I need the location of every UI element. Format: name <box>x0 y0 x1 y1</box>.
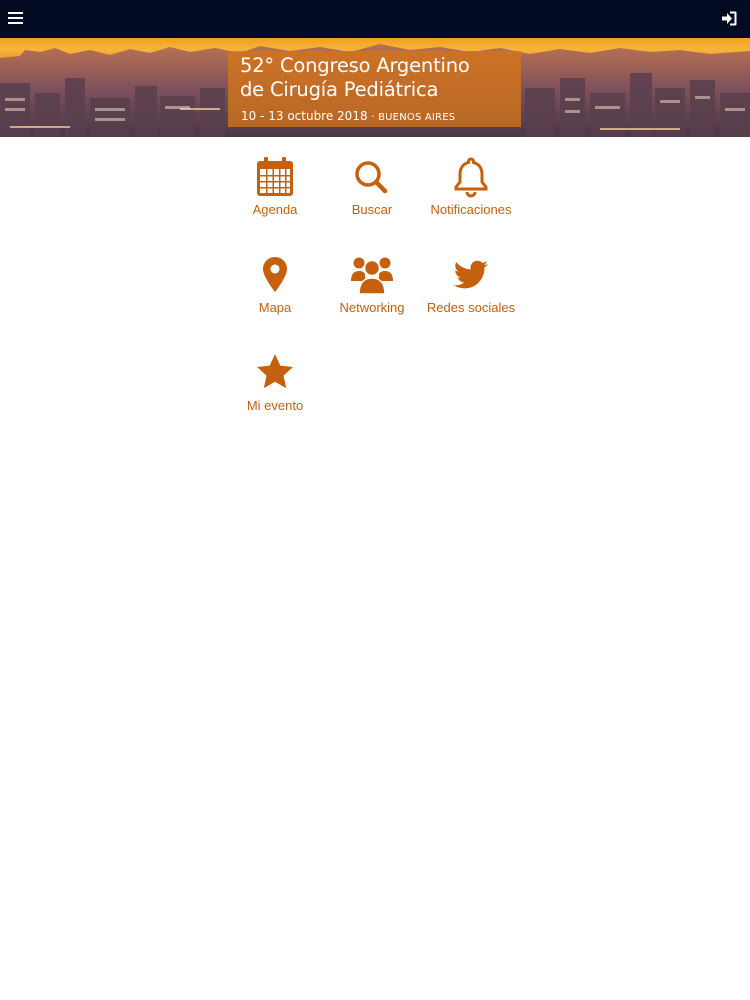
menu-item-label: Notificaciones <box>430 202 512 217</box>
calendar-icon <box>226 156 324 198</box>
menu-item-mapa[interactable]: Mapa <box>226 254 324 332</box>
menu-item-notificaciones[interactable]: Notificaciones <box>422 156 520 234</box>
sign-in-icon[interactable] <box>721 10 738 27</box>
bell-icon <box>422 156 520 198</box>
banner-city: BUENOS AIRES <box>378 112 456 123</box>
menu-item-label: Mi evento <box>246 398 304 413</box>
menu-item-agenda[interactable]: Agenda <box>226 156 324 234</box>
users-icon <box>323 254 421 296</box>
menu-item-redes-sociales[interactable]: Redes sociales <box>422 254 520 332</box>
hamburger-menu-icon[interactable] <box>8 10 24 26</box>
event-banner: 52° Congreso Argentino de Cirugía Pediát… <box>0 38 750 137</box>
banner-title-box: 52° Congreso Argentino de Cirugía Pediát… <box>228 51 521 127</box>
banner-separator: · <box>367 110 379 123</box>
banner-subtitle: 10 - 13 octubre 2018 · BUENOS AIRES <box>241 105 455 124</box>
star-icon <box>226 352 324 394</box>
menu-item-networking[interactable]: Networking <box>323 254 421 332</box>
menu-item-mi-evento[interactable]: Mi evento <box>226 352 324 430</box>
banner-dates: 10 - 13 octubre 2018 <box>241 109 368 123</box>
map-marker-icon <box>226 254 324 296</box>
search-icon <box>323 156 421 198</box>
banner-title: 52° Congreso Argentino de Cirugía Pediát… <box>240 54 470 102</box>
banner-title-line2: de Cirugía Pediátrica <box>240 78 439 101</box>
menu-item-label: Redes sociales <box>426 300 516 315</box>
twitter-icon <box>422 254 520 296</box>
top-bar <box>0 0 750 38</box>
banner-title-line1: 52° Congreso Argentino <box>240 54 470 77</box>
menu-item-buscar[interactable]: Buscar <box>323 156 421 234</box>
